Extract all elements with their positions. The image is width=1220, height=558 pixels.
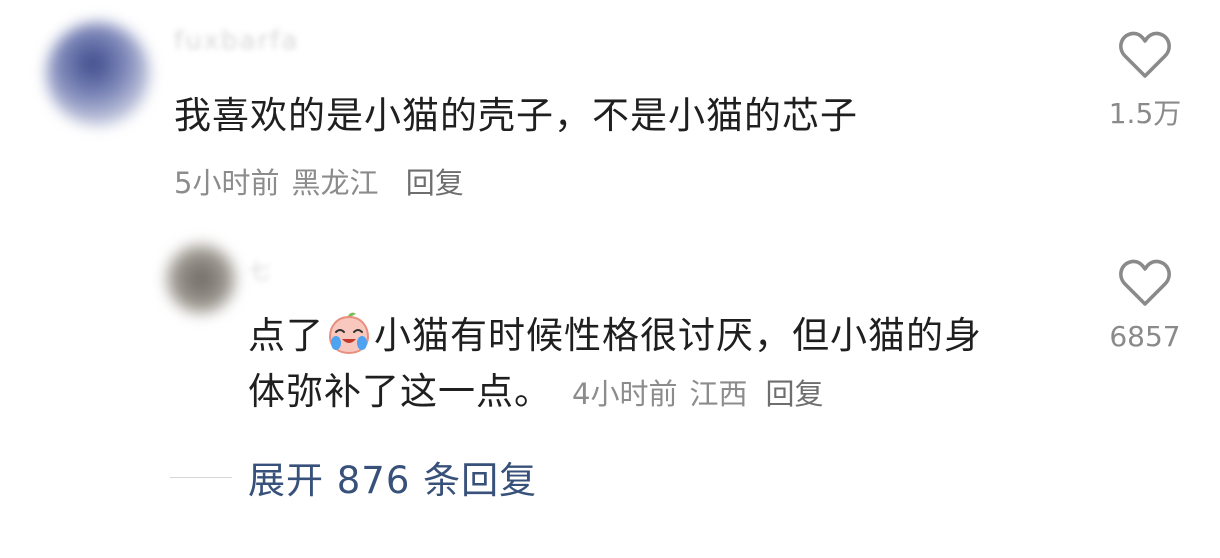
comment-time: 4小时前 [572, 377, 678, 411]
reply-button[interactable]: 回复 [406, 166, 464, 200]
comment-meta: 5小时前 黑龙江 回复 [174, 160, 464, 202]
heart-icon[interactable] [1117, 258, 1173, 308]
comment-time: 5小时前 [174, 166, 280, 200]
like-count: 1.5万 [1108, 97, 1182, 130]
expand-replies-label[interactable]: 展开 876 条回复 [248, 459, 537, 502]
like-button[interactable]: 6857 [1090, 258, 1200, 353]
username[interactable]: fuxbarfa [174, 26, 299, 56]
comment-text-line-2: 体弥补了这一点。 4小时前 江西 回复 [248, 364, 982, 422]
like-button[interactable]: 1.5万 [1090, 30, 1200, 132]
avatar[interactable] [46, 22, 150, 126]
crying-laughing-peach-emoji-icon [328, 312, 370, 355]
expand-replies[interactable]: 展开 876 条回复 [170, 450, 537, 504]
comment-meta: 4小时前 江西 回复 [572, 377, 823, 411]
divider-line [170, 476, 232, 478]
comment-location: 江西 [689, 377, 748, 411]
username[interactable]: 七 [248, 254, 272, 286]
comment-text-segment: 小猫有时候性格很讨厌，但小猫的身 [374, 314, 982, 357]
like-count: 6857 [1109, 320, 1181, 353]
comment-text-line-1: 点了 小猫有时候性格很讨厌，但小猫的身 [248, 308, 982, 364]
comment-location: 黑龙江 [291, 166, 379, 200]
comment-text-segment: 体弥补了这一点。 [248, 370, 552, 413]
comment-text: 点了 小猫有时候性格很讨厌，但小猫的身 体弥补了这一点。 4小时前 江西 回复 [248, 308, 982, 422]
comment-text: 我喜欢的是小猫的壳子，不是小猫的芯子 [174, 94, 858, 137]
avatar[interactable] [166, 244, 236, 314]
comment-text-segment: 点了 [248, 314, 324, 357]
reply-button[interactable]: 回复 [765, 377, 823, 411]
heart-icon[interactable] [1117, 30, 1173, 80]
